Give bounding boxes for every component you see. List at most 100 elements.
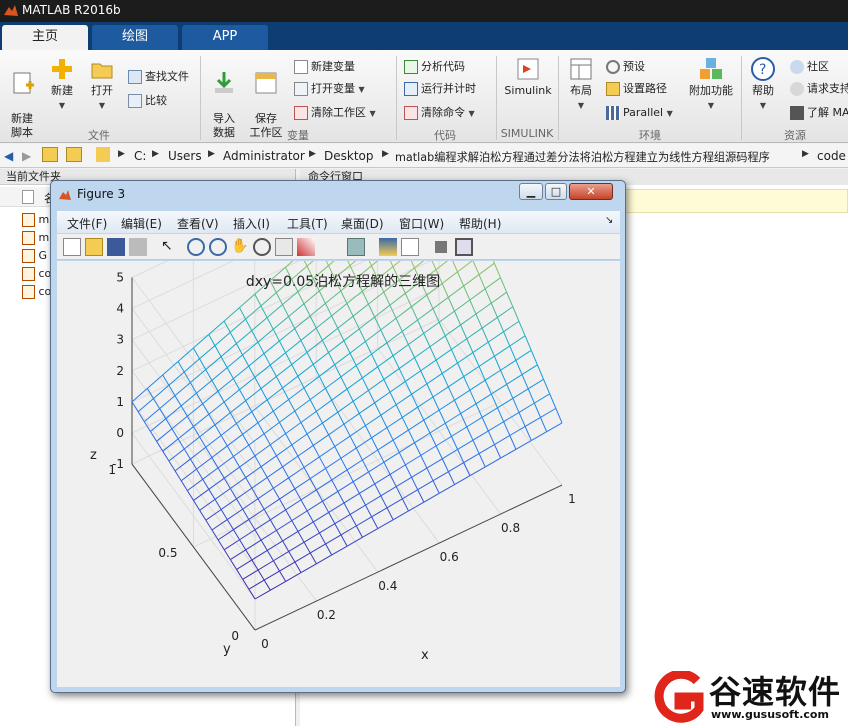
mesh-line (441, 458, 449, 472)
menu-edit[interactable]: 编辑(E) (121, 215, 162, 232)
close-button[interactable]: ✕ (569, 183, 613, 200)
new-figure-icon[interactable] (63, 238, 81, 256)
mesh-line (263, 353, 271, 366)
menu-help[interactable]: 帮助(H) (459, 215, 501, 232)
addons-cubes-icon (700, 58, 722, 79)
mesh-line (359, 483, 375, 494)
new-button[interactable]: 新建 ▼ (46, 56, 78, 113)
browse-folder-icon[interactable] (66, 147, 82, 162)
mesh-line (245, 539, 262, 551)
mesh-line (386, 498, 403, 509)
pointer-icon[interactable]: ↖ (161, 238, 179, 256)
mesh-line (226, 519, 234, 530)
tab-home[interactable]: 主页 (2, 25, 88, 50)
menu-view[interactable]: 查看(V) (177, 215, 219, 232)
mesh-line (349, 504, 366, 515)
addons-button[interactable]: 附加功能 ▼ (686, 56, 736, 113)
learn-matlab-button[interactable]: 了解 MA (790, 104, 848, 122)
layout-button[interactable]: 布局 ▼ (564, 56, 598, 113)
menu-window[interactable]: 窗口(W) (399, 215, 444, 232)
folder-open-icon (91, 63, 113, 79)
brush-icon[interactable] (297, 238, 315, 256)
mesh-line (485, 457, 501, 468)
analyze-code-button[interactable]: 分析代码 (404, 58, 465, 76)
maximize-button[interactable]: □ (545, 183, 567, 200)
mesh-line (236, 559, 253, 570)
file-item[interactable]: G (22, 249, 47, 267)
file-item[interactable]: co (22, 267, 51, 285)
help-button[interactable]: ? 帮助 ▼ (746, 56, 780, 113)
figure-window[interactable]: Figure 3 ▁ □ ✕ 文件(F) 编辑(E) 查看(V) 插入(I) 工… (50, 132, 626, 693)
community-button[interactable]: 社区 (790, 58, 829, 76)
clear-workspace-button[interactable]: 清除工作区 ▼ (294, 104, 376, 122)
breadcrumb-desktop[interactable]: Desktop (324, 149, 374, 163)
minimize-button[interactable]: ▁ (519, 183, 543, 200)
open-file-icon[interactable] (85, 238, 103, 256)
mesh-line (309, 552, 317, 565)
mesh-line (343, 492, 360, 504)
preferences-button[interactable]: 预设 (606, 58, 645, 76)
simulink-button[interactable]: Simulink (500, 56, 556, 98)
up-folder-icon[interactable] (42, 147, 58, 162)
menu-desktop[interactable]: 桌面(D) (341, 215, 384, 232)
dock-arrow-icon[interactable]: ↘ (605, 215, 613, 226)
data-cursor-icon[interactable] (275, 238, 293, 256)
file-item[interactable]: co (22, 285, 51, 303)
mesh-line (395, 306, 412, 319)
compare-button[interactable]: 比较 (128, 92, 167, 110)
breadcrumb-code[interactable]: code (817, 149, 846, 163)
menu-tools[interactable]: 工具(T) (287, 215, 328, 232)
mesh-line (257, 487, 274, 500)
mesh-line (319, 523, 336, 534)
surface-plot[interactable]: 00.20.40.60.8100.51-1012345 dxy=0.05泊松方程… (57, 132, 620, 687)
mesh-line (389, 391, 397, 405)
mesh-line (266, 304, 283, 318)
mesh-line (524, 335, 532, 351)
menu-insert[interactable]: 插入(I) (233, 215, 270, 232)
learn-icon (790, 106, 804, 120)
mesh-line (349, 435, 357, 449)
find-files-button[interactable]: 查找文件 (128, 68, 189, 86)
set-path-button[interactable]: 设置路径 (606, 80, 667, 98)
zoom-in-icon[interactable] (187, 238, 205, 256)
mesh-line (466, 338, 474, 353)
forward-arrow-icon[interactable]: ▶ (22, 149, 31, 163)
breadcrumb-c[interactable]: C: (134, 149, 146, 163)
back-arrow-icon[interactable]: ◀ (4, 149, 13, 163)
file-item[interactable]: m (22, 231, 49, 249)
colorbar-icon[interactable] (379, 238, 397, 256)
request-support-button[interactable]: 请求支持 (790, 80, 848, 98)
clear-commands-button[interactable]: 清除命令 ▼ (404, 104, 475, 122)
x-axis-label: x (421, 648, 429, 663)
mesh-line (208, 489, 216, 500)
tab-plots[interactable]: 绘图 (92, 25, 178, 50)
menu-file[interactable]: 文件(F) (67, 215, 107, 232)
show-plot-tools-icon[interactable] (455, 238, 473, 256)
mesh-line (239, 376, 256, 391)
open-button[interactable]: 打开 ▼ (86, 56, 118, 113)
mesh-line (374, 402, 382, 416)
hide-plot-tools-icon[interactable] (435, 241, 447, 253)
print-icon[interactable] (129, 238, 147, 256)
save-icon[interactable] (107, 238, 125, 256)
parallel-button[interactable]: Parallel ▼ (606, 104, 673, 122)
new-variable-button[interactable]: 新建变量 (294, 58, 355, 76)
pan-hand-icon[interactable]: ✋ (231, 238, 249, 256)
link-plot-icon[interactable] (347, 238, 365, 256)
zoom-out-icon[interactable] (209, 238, 227, 256)
run-and-time-button[interactable]: 运行并计时 (404, 80, 476, 98)
mesh-line (233, 365, 250, 380)
plot-area[interactable]: 0 0.2 0.4 0.6 0.8 1 0 0.5 1 -1 0 1 2 3 4 5 dxy=0.05泊松方程… (57, 132, 620, 687)
file-item[interactable]: m (22, 213, 49, 231)
mesh-line (524, 426, 532, 441)
breadcrumb-users[interactable]: Users (168, 149, 202, 163)
open-variable-button[interactable]: 打开变量 ▼ (294, 80, 365, 98)
mesh-line (343, 502, 351, 515)
legend-icon[interactable] (401, 238, 419, 256)
mesh-line (518, 412, 526, 427)
mesh-line (392, 439, 400, 453)
breadcrumb-project-folder[interactable]: matlab编程求解泊松方程通过差分法将泊松方程建立为线性方程组源码程序 (395, 149, 770, 165)
tab-apps[interactable]: APP (182, 25, 268, 50)
breadcrumb-administrator[interactable]: Administrator (223, 149, 305, 163)
rotate-3d-icon[interactable] (253, 238, 271, 256)
